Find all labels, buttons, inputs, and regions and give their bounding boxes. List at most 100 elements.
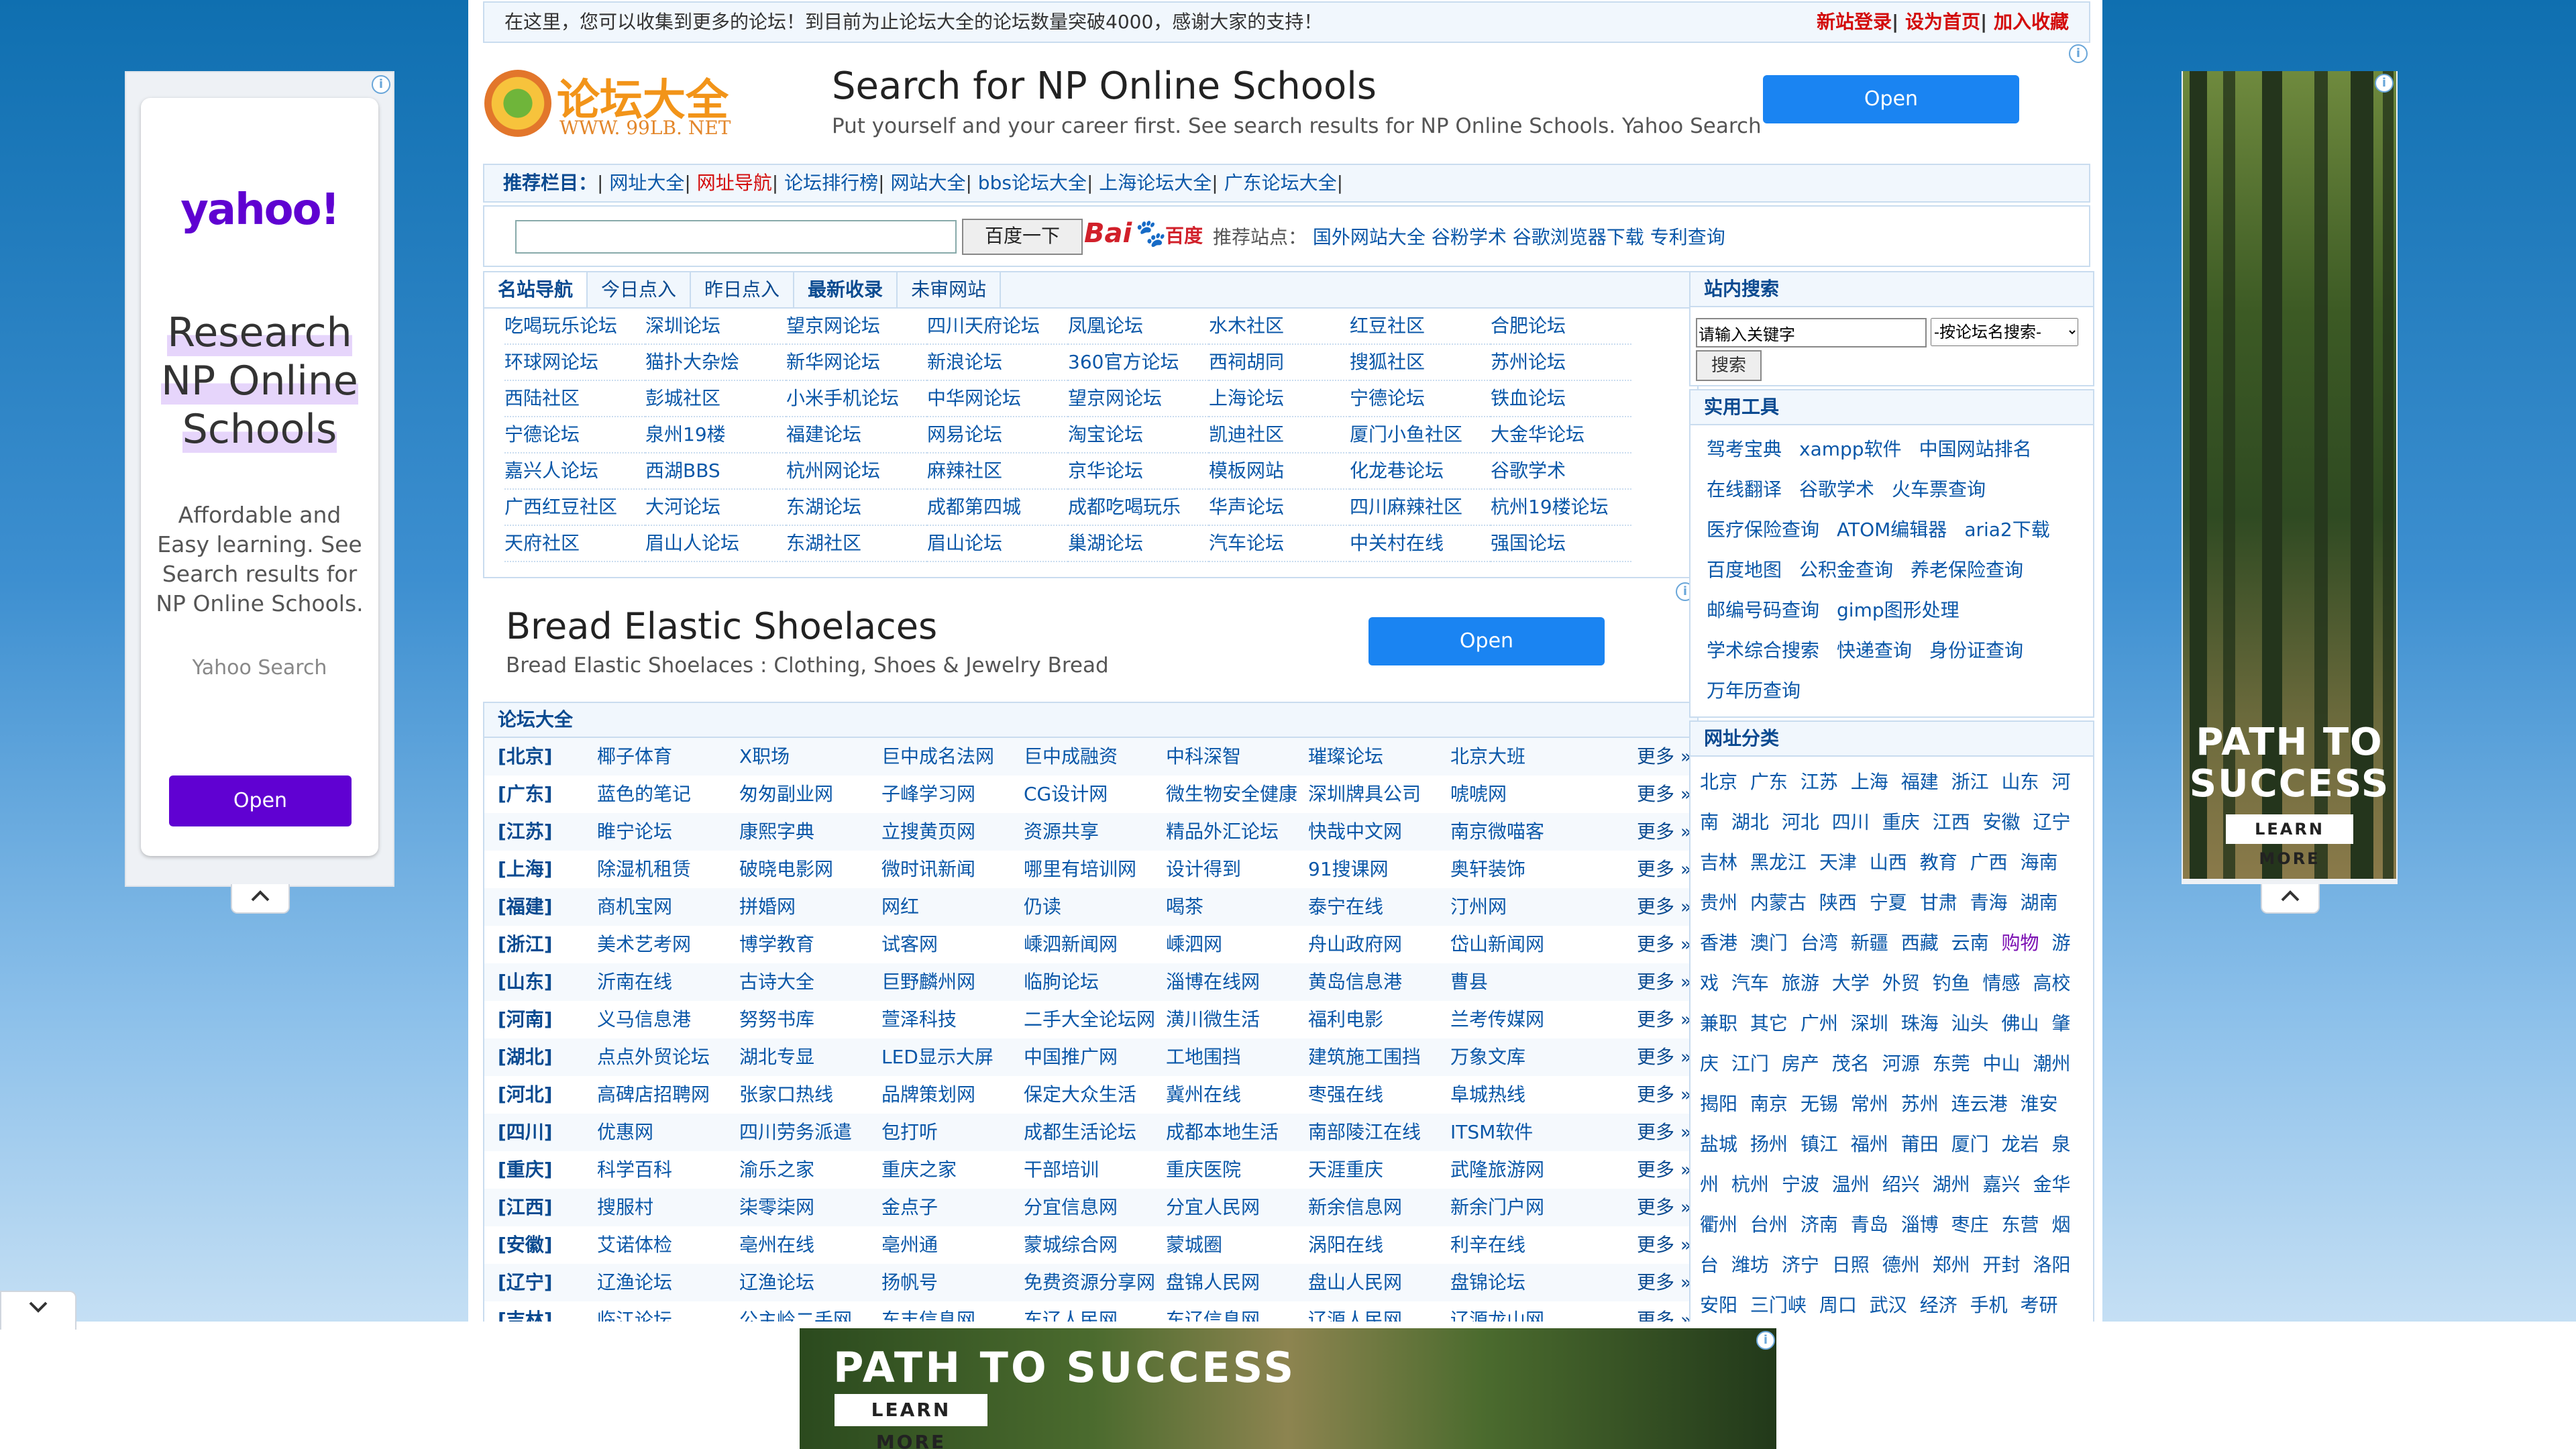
more-link[interactable]: 更多 »	[1637, 888, 1692, 926]
category-link[interactable]: 德州	[1882, 1254, 1920, 1276]
province-link[interactable]: [四川]	[498, 1114, 553, 1151]
category-link[interactable]: 洛阳	[2033, 1254, 2070, 1276]
province-link[interactable]: [上海]	[498, 851, 553, 888]
directory-site-link[interactable]: 古诗大全	[739, 963, 881, 1001]
directory-site-link[interactable]: 精品外汇论坛	[1166, 813, 1308, 851]
nav-site-link[interactable]: 成都吃喝玩乐	[1068, 490, 1209, 526]
category-link[interactable]: 内蒙古	[1750, 892, 1807, 914]
category-link[interactable]: 茂名	[1832, 1053, 1870, 1075]
category-link[interactable]: 其它	[1750, 1012, 1788, 1034]
category-link[interactable]: 甘肃	[1920, 892, 1957, 914]
more-link[interactable]: 更多 »	[1637, 1264, 1692, 1301]
nav-site-link[interactable]: 水木社区	[1209, 309, 1350, 345]
directory-site-link[interactable]: 搜服村	[597, 1189, 739, 1226]
directory-site-link[interactable]: 枣强在线	[1308, 1076, 1450, 1114]
nav-site-link[interactable]: 望京网论坛	[1068, 381, 1209, 417]
directory-site-link[interactable]: 商机宝网	[597, 888, 739, 926]
category-link[interactable]: 安徽	[1983, 811, 2021, 833]
ad-info-icon[interactable]: i	[2375, 74, 2394, 93]
directory-site-link[interactable]: 泰宁在线	[1308, 888, 1450, 926]
add-favorite-link[interactable]: 加入收藏	[1994, 11, 2069, 33]
nav-site-link[interactable]: 西陆社区	[504, 381, 645, 417]
directory-site-link[interactable]: 设计得到	[1166, 851, 1308, 888]
tool-link[interactable]: ATOM编辑器	[1837, 519, 1947, 541]
nav-site-link[interactable]: 大金华论坛	[1491, 417, 1631, 453]
category-link[interactable]: 重庆	[1882, 811, 1920, 833]
directory-site-link[interactable]: 萱泽科技	[881, 1001, 1024, 1038]
more-link[interactable]: 更多 »	[1637, 1001, 1692, 1038]
ad-info-icon[interactable]: i	[372, 75, 390, 94]
province-link[interactable]: [河北]	[498, 1076, 553, 1114]
category-link[interactable]: 云南	[1951, 932, 1989, 954]
category-link[interactable]: 江西	[1933, 811, 1970, 833]
directory-site-link[interactable]: 康熙字典	[739, 813, 881, 851]
nav-site-link[interactable]: 凤凰论坛	[1068, 309, 1209, 345]
directory-site-link[interactable]: 免费资源分享网	[1024, 1264, 1166, 1301]
category-link[interactable]: 山东	[2002, 771, 2039, 793]
left-side-ad[interactable]: i yahoo! Research NP Online Schools Affo…	[125, 71, 394, 887]
directory-site-link[interactable]: 渝乐之家	[739, 1151, 881, 1189]
category-link[interactable]: 情感	[1983, 972, 2021, 994]
more-link[interactable]: 更多 »	[1637, 963, 1692, 1001]
directory-site-link[interactable]: 包打听	[881, 1114, 1024, 1151]
directory-site-link[interactable]: 微生物安全健康	[1166, 775, 1308, 813]
province-link[interactable]: [河南]	[498, 1001, 553, 1038]
nav-site-link[interactable]: 麻辣社区	[927, 453, 1068, 490]
directory-site-link[interactable]: 资源共享	[1024, 813, 1166, 851]
category-link[interactable]: 汕头	[1951, 1012, 1989, 1034]
directory-site-link[interactable]: 拼婚网	[739, 888, 881, 926]
directory-site-link[interactable]: 科学百科	[597, 1151, 739, 1189]
nav-site-link[interactable]: 宁德论坛	[1350, 381, 1491, 417]
category-link[interactable]: 苏州	[1901, 1093, 1939, 1115]
directory-site-link[interactable]: 南部陵江在线	[1308, 1114, 1450, 1151]
more-link[interactable]: 更多 »	[1637, 738, 1692, 775]
directory-site-link[interactable]: 盘山人民网	[1308, 1264, 1450, 1301]
category-link[interactable]: 兼职	[1700, 1012, 1737, 1034]
nav-site-link[interactable]: 环球网论坛	[504, 345, 645, 381]
more-link[interactable]: 更多 »	[1637, 813, 1692, 851]
category-link[interactable]: 广西	[1970, 851, 2008, 873]
category-link[interactable]: 四川	[1832, 811, 1870, 833]
category-link[interactable]: 潍坊	[1731, 1254, 1769, 1276]
directory-site-link[interactable]: 湖北专显	[739, 1038, 881, 1076]
category-link[interactable]: 房产	[1782, 1053, 1819, 1075]
nav-site-link[interactable]: 望京网论坛	[786, 309, 927, 345]
category-link[interactable]: 北京	[1700, 771, 1737, 793]
category-link[interactable]: 济宁	[1782, 1254, 1819, 1276]
category-link[interactable]: 武汉	[1870, 1294, 1907, 1316]
nav-site-link[interactable]: 猫扑大杂烩	[645, 345, 786, 381]
directory-site-link[interactable]: 巨中成名法网	[881, 738, 1024, 775]
directory-site-link[interactable]: 辽渔论坛	[597, 1264, 739, 1301]
category-link[interactable]: 湖南	[2021, 892, 2058, 914]
tool-link[interactable]: 谷歌学术	[1799, 478, 1874, 500]
nav-site-link[interactable]: 四川天府论坛	[927, 309, 1068, 345]
recommend-link[interactable]: 上海论坛大全	[1099, 172, 1212, 194]
category-link[interactable]: 外贸	[1882, 972, 1920, 994]
category-link[interactable]: 常州	[1851, 1093, 1888, 1115]
category-link[interactable]: 杭州	[1731, 1173, 1769, 1195]
directory-site-link[interactable]: 亳州在线	[739, 1226, 881, 1264]
nav-site-link[interactable]: 京华论坛	[1068, 453, 1209, 490]
directory-site-link[interactable]: LED显示大屏	[881, 1038, 1024, 1076]
category-link[interactable]: 嘉兴	[1983, 1173, 2021, 1195]
category-link[interactable]: 台州	[1750, 1214, 1788, 1236]
category-link[interactable]: 厦门	[1951, 1133, 1989, 1155]
category-link[interactable]: 广州	[1801, 1012, 1838, 1034]
directory-site-link[interactable]: 亳州通	[881, 1226, 1024, 1264]
tab-unreviewed[interactable]: 未审网站	[898, 272, 1002, 307]
nav-site-link[interactable]: 嘉兴人论坛	[504, 453, 645, 490]
more-link[interactable]: 更多 »	[1637, 1038, 1692, 1076]
category-link[interactable]: 西藏	[1901, 932, 1939, 954]
nav-site-link[interactable]: 西祠胡同	[1209, 345, 1350, 381]
category-link[interactable]: 济南	[1801, 1214, 1838, 1236]
nav-site-link[interactable]: 杭州19楼论坛	[1491, 490, 1631, 526]
directory-site-link[interactable]: 椰子体育	[597, 738, 739, 775]
category-link[interactable]: 青岛	[1851, 1214, 1888, 1236]
nav-site-link[interactable]: 强国论坛	[1491, 526, 1631, 562]
nav-site-link[interactable]: 中关村在线	[1350, 526, 1491, 562]
directory-site-link[interactable]: X职场	[739, 738, 881, 775]
category-link[interactable]: 贵州	[1700, 892, 1737, 914]
directory-site-link[interactable]: 曹县	[1450, 963, 1593, 1001]
directory-site-link[interactable]: 扬帆号	[881, 1264, 1024, 1301]
tool-link[interactable]: 火车票查询	[1892, 478, 1986, 500]
